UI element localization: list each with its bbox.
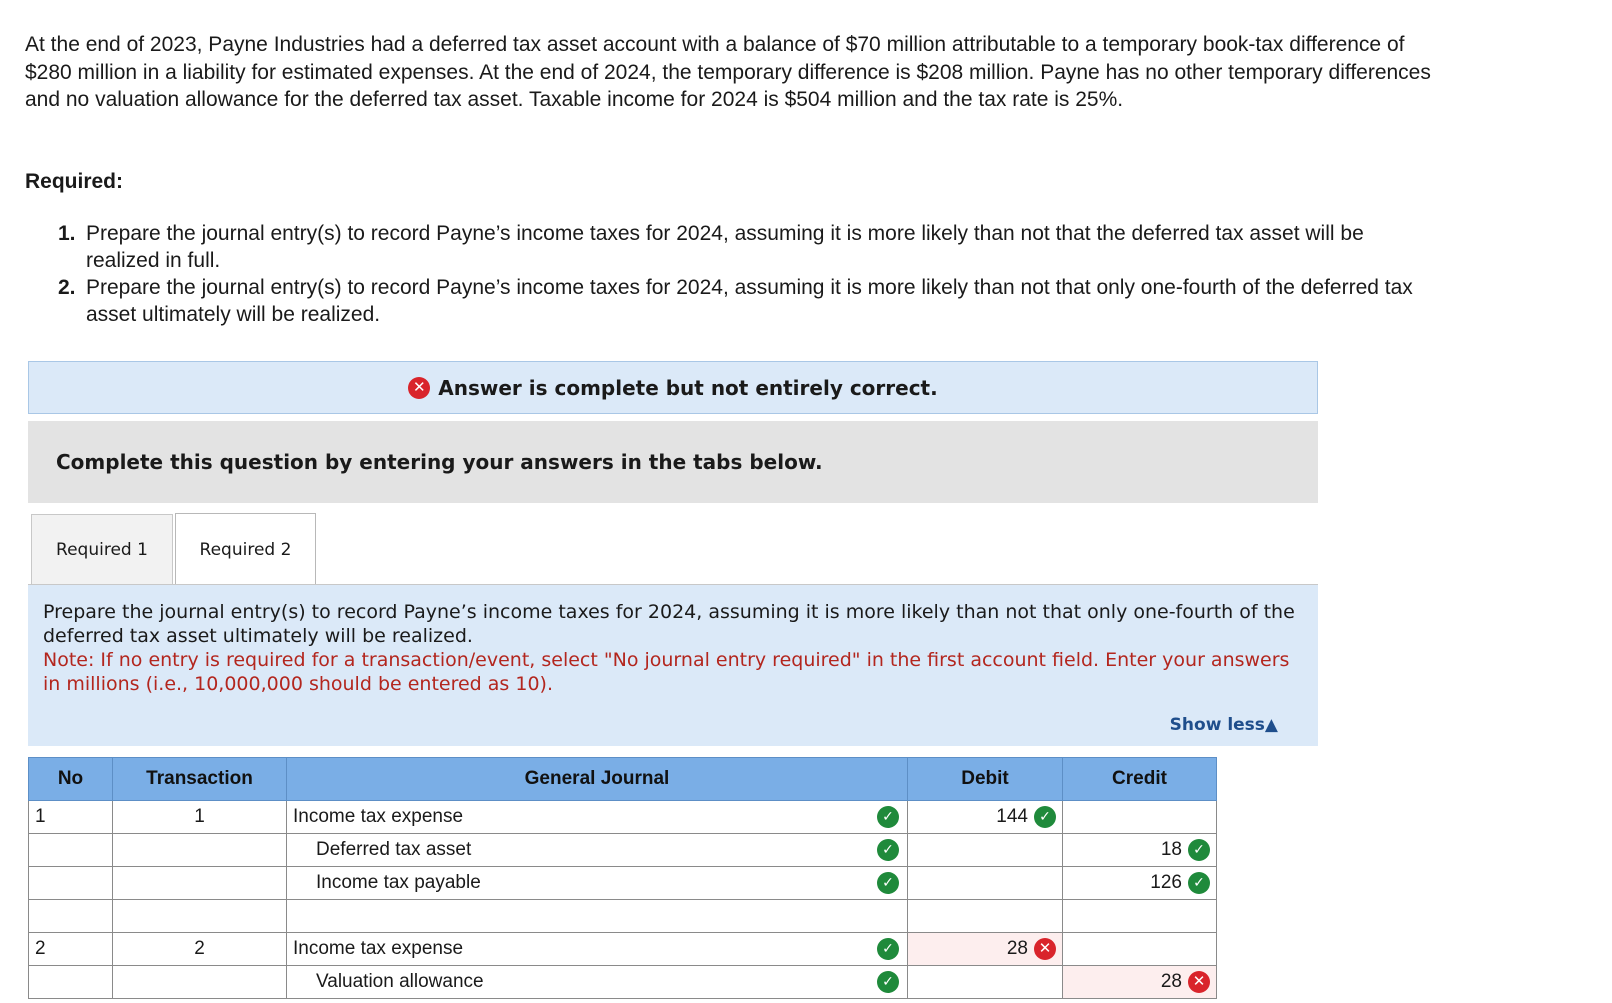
header-credit: Credit <box>1062 757 1217 801</box>
row-no: 2 <box>28 932 113 966</box>
correct-check-icon: ✓ <box>877 872 899 894</box>
correct-check-icon: ✓ <box>1188 871 1210 894</box>
requirement-text: Prepare the journal entry(s) to record P… <box>86 222 1364 272</box>
incorrect-icon: ✕ <box>408 376 431 399</box>
header-no: No <box>28 757 113 801</box>
debit-cell[interactable]: 144 ✓ <box>907 800 1063 834</box>
journal-header-row: No Transaction General Journal Debit Cre… <box>28 757 1217 801</box>
credit-cell[interactable]: 18 ✓ <box>1062 833 1217 867</box>
table-row: Deferred tax asset ✓ 18 ✓ <box>28 833 1217 867</box>
account-name: Income tax expense <box>293 938 464 959</box>
complete-prompt-box: Complete this question by entering your … <box>28 421 1318 503</box>
requirements-list: 1. Prepare the journal entry(s) to recor… <box>58 220 1428 328</box>
correct-check-icon: ✓ <box>877 938 899 960</box>
table-row <box>28 899 1217 933</box>
requirement-number: 1. <box>58 222 76 245</box>
row-transaction <box>112 866 287 900</box>
row-no: 1 <box>28 800 113 834</box>
account-cell[interactable]: Valuation allowance ✓ <box>286 965 908 999</box>
instructions-note: Note: If no entry is required for a tran… <box>43 649 1290 695</box>
account-cell[interactable]: Income tax expense ✓ <box>286 932 908 966</box>
credit-value: 18 <box>1160 839 1182 860</box>
credit-value: 28 <box>1160 971 1182 992</box>
correct-check-icon: ✓ <box>877 971 899 993</box>
requirement-number: 2. <box>58 276 76 299</box>
credit-cell[interactable] <box>1062 932 1217 966</box>
credit-cell[interactable]: 28 ✕ <box>1062 965 1217 999</box>
required-heading: Required: <box>25 170 124 193</box>
account-name: Deferred tax asset <box>316 839 472 860</box>
requirement-item: 1. Prepare the journal entry(s) to recor… <box>58 220 1428 274</box>
credit-cell[interactable] <box>1062 800 1217 834</box>
account-cell[interactable]: Income tax payable ✓ <box>286 866 908 900</box>
incorrect-icon: ✕ <box>1034 937 1056 960</box>
show-less-link[interactable]: Show less▲ <box>1170 713 1278 737</box>
credit-cell[interactable] <box>1062 899 1217 933</box>
account-name: Valuation allowance <box>316 971 484 992</box>
table-row: Valuation allowance ✓ 28 ✕ <box>28 965 1217 999</box>
debit-cell[interactable]: 28 ✕ <box>907 932 1063 966</box>
requirement-item: 2. Prepare the journal entry(s) to recor… <box>58 274 1428 328</box>
requirement-text: Prepare the journal entry(s) to record P… <box>86 276 1413 326</box>
answer-status-text: Answer is complete but not entirely corr… <box>438 375 938 400</box>
correct-check-icon: ✓ <box>1034 805 1056 828</box>
problem-text: At the end of 2023, Payne Industries had… <box>25 33 1431 111</box>
table-row: Income tax payable ✓ 126 ✓ <box>28 866 1217 900</box>
answer-status-banner: ✕ Answer is complete but not entirely co… <box>28 361 1318 414</box>
row-transaction <box>112 965 287 999</box>
row-no <box>28 899 113 933</box>
debit-cell[interactable] <box>907 833 1063 867</box>
account-name: Income tax expense <box>293 806 464 827</box>
header-transaction: Transaction <box>112 757 287 801</box>
account-name: Income tax payable <box>316 872 481 893</box>
header-debit: Debit <box>907 757 1063 801</box>
instructions-panel: Prepare the journal entry(s) to record P… <box>28 585 1318 746</box>
tab-required-1[interactable]: Required 1 <box>31 514 173 584</box>
table-row: 2 2 Income tax expense ✓ 28 ✕ <box>28 932 1217 966</box>
correct-check-icon: ✓ <box>877 806 899 828</box>
row-transaction: 2 <box>112 932 287 966</box>
credit-value: 126 <box>1150 872 1182 893</box>
instructions-text: Prepare the journal entry(s) to record P… <box>43 601 1295 647</box>
correct-check-icon: ✓ <box>1188 838 1210 861</box>
debit-value: 28 <box>1006 938 1028 959</box>
account-cell[interactable]: Income tax expense ✓ <box>286 800 908 834</box>
row-no <box>28 965 113 999</box>
journal-table: No Transaction General Journal Debit Cre… <box>28 757 1217 999</box>
correct-check-icon: ✓ <box>877 839 899 861</box>
account-cell[interactable]: Deferred tax asset ✓ <box>286 833 908 867</box>
credit-cell[interactable]: 126 ✓ <box>1062 866 1217 900</box>
row-transaction <box>112 899 287 933</box>
incorrect-icon: ✕ <box>1188 970 1210 993</box>
table-row: 1 1 Income tax expense ✓ 144 ✓ <box>28 800 1217 834</box>
row-no <box>28 866 113 900</box>
account-cell[interactable] <box>286 899 908 933</box>
row-transaction <box>112 833 287 867</box>
debit-cell[interactable] <box>907 965 1063 999</box>
debit-value: 144 <box>996 806 1028 827</box>
row-no <box>28 833 113 867</box>
complete-prompt-text: Complete this question by entering your … <box>56 450 823 474</box>
debit-cell[interactable] <box>907 866 1063 900</box>
header-general-journal: General Journal <box>286 757 908 801</box>
tab-required-2[interactable]: Required 2 <box>175 513 316 585</box>
debit-cell[interactable] <box>907 899 1063 933</box>
row-transaction: 1 <box>112 800 287 834</box>
